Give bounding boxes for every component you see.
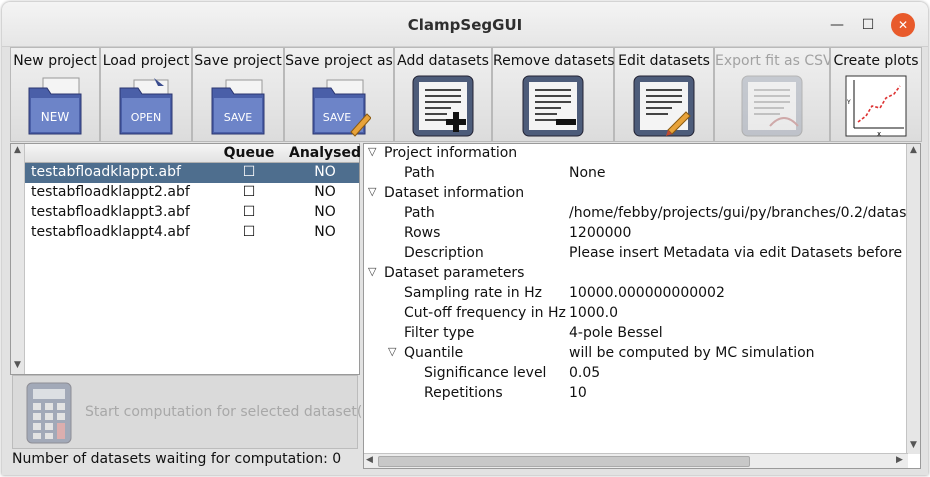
- chevron-down-icon[interactable]: ▽: [388, 345, 396, 358]
- analysed-status: NO: [314, 184, 336, 200]
- scroll-up-icon[interactable]: ▲: [910, 145, 917, 155]
- tree-item-dataset-path[interactable]: Path /home/febby/projects/gui/py/branche…: [364, 205, 920, 225]
- table-row[interactable]: testabfloadklappt2.abf ☐ NO: [25, 183, 359, 203]
- start-computation-button[interactable]: Start computation for selected dataset(s…: [12, 375, 375, 449]
- minimize-icon[interactable]: —: [826, 14, 848, 36]
- analysed-header[interactable]: Analysed: [289, 145, 361, 161]
- tree-item-description[interactable]: Description Please insert Metadata via e…: [364, 245, 920, 265]
- chevron-down-icon[interactable]: ▽: [368, 265, 376, 278]
- tree-vertical-scrollbar[interactable]: ▲ ▼: [906, 144, 920, 454]
- new-project-button[interactable]: New project NEW: [10, 47, 100, 142]
- scroll-down-icon[interactable]: ▼: [14, 360, 21, 370]
- remove-datasets-button[interactable]: Remove datasets: [492, 47, 615, 142]
- analysed-status: NO: [314, 224, 336, 240]
- svg-text:SAVE: SAVE: [224, 111, 253, 124]
- tree-item-significance-level[interactable]: Significance level 0.05: [364, 365, 904, 385]
- app-window: ClampSegGUI — ☐ ✕ New project NEW Load p…: [2, 2, 928, 475]
- chevron-down-icon[interactable]: ▽: [368, 145, 376, 158]
- edit-list-icon: [633, 75, 695, 137]
- left-panel: ▲ ▼ Queue Analysed testabfloadklappt.abf…: [10, 143, 375, 469]
- tree-item-sampling-rate[interactable]: Sampling rate in Hz 10000.000000000002: [364, 285, 904, 305]
- table-row[interactable]: testabfloadklappt3.abf ☐ NO: [25, 203, 359, 223]
- svg-text:SAVE: SAVE: [323, 111, 352, 124]
- scroll-left-icon[interactable]: ◀: [366, 455, 373, 465]
- tree-item-dataset-information[interactable]: ▽ Dataset information: [364, 185, 904, 205]
- horizontal-scroll-thumb[interactable]: [378, 456, 750, 467]
- maximize-icon[interactable]: ☐: [857, 14, 879, 36]
- svg-text:Y: Y: [846, 99, 851, 106]
- tree-item-quantile[interactable]: ▽ Quantile will be computed by MC simula…: [364, 345, 904, 365]
- queue-checkbox[interactable]: ☐: [211, 224, 287, 240]
- table-header: Queue Analysed: [25, 144, 361, 163]
- dataset-name: testabfloadklappt3.abf: [31, 204, 190, 220]
- tree-item-filter-type[interactable]: Filter type 4-pole Bessel: [364, 325, 904, 345]
- analysed-status: NO: [314, 204, 336, 220]
- close-icon[interactable]: ✕: [891, 13, 915, 37]
- table-row[interactable]: testabfloadklappt.abf ☐ NO: [25, 163, 359, 183]
- open-folder-icon: OPEN: [119, 78, 173, 135]
- status-text: Number of datasets waiting for computati…: [12, 451, 342, 467]
- load-project-button[interactable]: Load project OPEN: [100, 47, 192, 142]
- save-project-button[interactable]: Save project SAVE: [192, 47, 284, 142]
- tree-item-dataset-parameters[interactable]: ▽ Dataset parameters: [364, 265, 904, 285]
- remove-list-icon: [522, 75, 584, 137]
- svg-text:OPEN: OPEN: [131, 111, 161, 124]
- tree-item-project-path[interactable]: Path None: [364, 165, 904, 185]
- window-title: ClampSegGUI: [407, 16, 523, 34]
- queue-checkbox[interactable]: ☐: [211, 184, 287, 200]
- scroll-down-icon[interactable]: ▼: [910, 440, 917, 450]
- dataset-name: testabfloadklappt.abf: [31, 164, 181, 180]
- tree-item-cutoff-frequency[interactable]: Cut-off frequency in Hz 1000.0: [364, 305, 904, 325]
- title-bar: ClampSegGUI — ☐ ✕: [2, 2, 928, 47]
- save-as-folder-icon: SAVE: [312, 79, 371, 137]
- properties-tree[interactable]: ▽ Project information Path None ▽ Datase…: [363, 143, 921, 469]
- queue-header[interactable]: Queue: [211, 145, 287, 161]
- table-row[interactable]: testabfloadklappt4.abf ☐ NO: [25, 223, 359, 243]
- analysed-status: NO: [314, 164, 336, 180]
- svg-text:NEW: NEW: [41, 110, 70, 124]
- edit-datasets-button[interactable]: Edit datasets: [614, 47, 714, 142]
- scroll-up-icon[interactable]: ▲: [14, 145, 21, 155]
- table-scrollbar[interactable]: ▲ ▼: [11, 144, 25, 374]
- svg-text:x: x: [877, 130, 881, 138]
- toolbar: New project NEW Load project OPEN Save p…: [10, 47, 922, 143]
- start-computation-label: Start computation for selected dataset(s…: [85, 404, 376, 420]
- new-folder-icon: NEW: [28, 77, 82, 135]
- dataset-name: testabfloadklappt2.abf: [31, 184, 190, 200]
- datasets-table[interactable]: ▲ ▼ Queue Analysed testabfloadklappt.abf…: [10, 143, 361, 375]
- calculator-icon: [26, 382, 72, 444]
- tree-item-repetitions[interactable]: Repetitions 10: [364, 385, 904, 405]
- add-datasets-button[interactable]: Add datasets: [394, 47, 492, 142]
- tree-item-project-information[interactable]: ▽ Project information: [364, 145, 904, 165]
- chevron-down-icon[interactable]: ▽: [368, 185, 376, 198]
- save-folder-icon: SAVE: [211, 79, 265, 135]
- scroll-right-icon[interactable]: ▶: [896, 455, 903, 465]
- dataset-name: testabfloadklappt4.abf: [31, 224, 190, 240]
- queue-checkbox[interactable]: ☐: [211, 164, 287, 180]
- tree-horizontal-scrollbar[interactable]: ◀ ▶: [364, 453, 908, 468]
- export-csv-button[interactable]: Export fit as CSV: [714, 47, 833, 142]
- add-list-icon: [412, 75, 474, 137]
- plot-icon: Y x: [845, 75, 907, 138]
- save-project-as-button[interactable]: Save project as SAVE: [284, 47, 394, 142]
- create-plots-button[interactable]: Create plots Y x: [830, 47, 922, 142]
- queue-checkbox[interactable]: ☐: [211, 204, 287, 220]
- tree-item-rows[interactable]: Rows 1200000: [364, 225, 904, 245]
- export-csv-icon: [741, 75, 803, 137]
